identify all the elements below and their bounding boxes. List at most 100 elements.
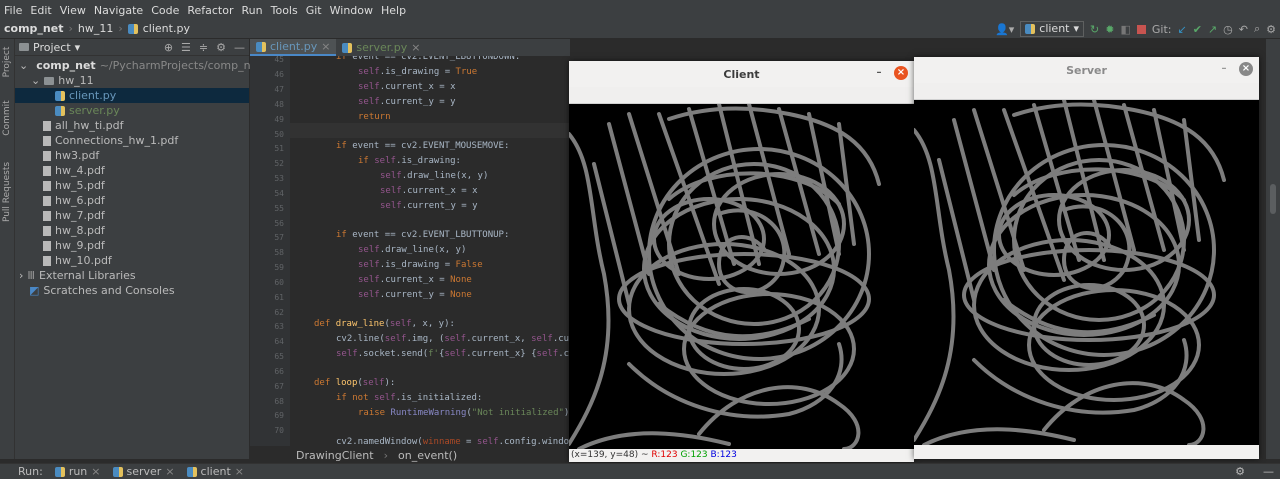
code-area[interactable]: if event == cv2.EVENT_LBUTTONDOWN: self.…: [250, 56, 570, 446]
gear-icon[interactable]: ⚙: [1235, 465, 1245, 478]
pdf-file-icon: [43, 195, 51, 206]
menu-run[interactable]: Run: [238, 4, 267, 17]
pdf-file-icon: [43, 210, 51, 221]
expand-icon[interactable]: ≑: [199, 41, 208, 54]
project-panel-title[interactable]: Project: [33, 41, 71, 54]
rerun-icon[interactable]: ↻: [1090, 23, 1099, 36]
close-icon[interactable]: ×: [235, 465, 244, 478]
run-tab-label: server: [126, 465, 162, 478]
close-icon[interactable]: ×: [1239, 62, 1253, 76]
search-icon[interactable]: ⌕: [1254, 22, 1260, 36]
tree-root[interactable]: ⌄ comp_net ~/PycharmProjects/comp_net: [15, 58, 262, 73]
tree-file[interactable]: hw3.pdf: [15, 148, 249, 163]
close-icon[interactable]: ×: [321, 40, 330, 53]
run-tab-client[interactable]: client ×: [186, 465, 244, 478]
tree-scratches[interactable]: ◩ Scratches and Consoles: [15, 283, 249, 298]
pdf-file-icon: [43, 255, 51, 266]
breadcrumb-folder[interactable]: hw_11: [78, 22, 113, 35]
rollback-icon[interactable]: ↶: [1239, 23, 1248, 36]
tree-file[interactable]: all_hw_ti.pdf: [15, 118, 249, 133]
tab-client-py[interactable]: client.py ×: [250, 39, 337, 56]
tree-file[interactable]: hw_5.pdf: [15, 178, 249, 193]
menu-view[interactable]: View: [56, 4, 90, 17]
server-drawing: [914, 100, 1226, 445]
close-icon[interactable]: ×: [894, 66, 908, 80]
git-push-icon[interactable]: ↗: [1208, 23, 1217, 36]
breadcrumb-class[interactable]: DrawingClient: [296, 449, 374, 462]
debug-icon[interactable]: ✹: [1105, 23, 1114, 36]
code-line: cv2.namedWindow(winname = self.config.wi…: [336, 437, 570, 446]
close-icon[interactable]: ×: [165, 465, 174, 478]
minimize-icon[interactable]: –: [872, 66, 886, 80]
stop-icon[interactable]: [1136, 24, 1146, 34]
tree-file-selected[interactable]: client.py: [15, 88, 249, 103]
code-line: if not self.is_initialized:: [336, 393, 483, 403]
menu-git[interactable]: Git: [302, 4, 326, 17]
hide-icon[interactable]: —: [1263, 465, 1274, 478]
menu-edit[interactable]: Edit: [26, 4, 55, 17]
tree-file[interactable]: hw_8.pdf: [15, 223, 249, 238]
tree-folder[interactable]: ⌄ hw_11: [15, 73, 249, 88]
menu-window[interactable]: Window: [326, 4, 377, 17]
gear-icon[interactable]: ⚙: [216, 41, 226, 54]
run-tab-server[interactable]: server ×: [112, 465, 175, 478]
close-icon[interactable]: ×: [91, 465, 100, 478]
tab-server-py[interactable]: server.py ×: [336, 39, 426, 56]
code-breadcrumbs: DrawingClient › on_event(): [290, 447, 576, 463]
tab-project[interactable]: Project: [2, 41, 12, 83]
chevron-down-icon[interactable]: ▾: [75, 41, 81, 54]
client-canvas[interactable]: [569, 104, 914, 449]
breadcrumb-project[interactable]: comp_net: [4, 22, 63, 35]
settings-icon[interactable]: ⚙: [1266, 23, 1276, 36]
file-name: Connections_hw_1.pdf: [55, 134, 179, 147]
navigation-bar: comp_net › hw_11 › client.py 👤▾ client ▾…: [0, 20, 1280, 39]
close-icon[interactable]: ×: [411, 41, 420, 54]
tree-file[interactable]: Connections_hw_1.pdf: [15, 133, 249, 148]
breadcrumb-file[interactable]: client.py: [143, 22, 190, 35]
folder-icon: [44, 76, 55, 85]
tab-commit[interactable]: Commit: [2, 97, 12, 139]
cursor-coordinates: (x=139, y=48) ~: [571, 450, 652, 460]
tree-file[interactable]: hw_10.pdf: [15, 253, 249, 268]
breadcrumb-separator: ›: [118, 22, 123, 35]
folder-icon: [19, 43, 29, 51]
menu-file[interactable]: File: [0, 4, 26, 17]
git-update-icon[interactable]: ↙: [1177, 23, 1186, 36]
code-line: def loop(self):: [314, 378, 396, 388]
menu-code[interactable]: Code: [147, 4, 183, 17]
menu-tools[interactable]: Tools: [267, 4, 302, 17]
tree-file[interactable]: hw_4.pdf: [15, 163, 249, 178]
client-title-bar[interactable]: Client – ×: [569, 61, 914, 87]
tree-file[interactable]: hw_7.pdf: [15, 208, 249, 223]
run-tab-run[interactable]: run ×: [54, 465, 101, 478]
git-commit-icon[interactable]: ✔: [1193, 23, 1202, 36]
tree-file[interactable]: hw_6.pdf: [15, 193, 249, 208]
server-canvas[interactable]: [914, 100, 1259, 445]
menu-help[interactable]: Help: [377, 4, 410, 17]
tree-file[interactable]: hw_9.pdf: [15, 238, 249, 253]
menu-navigate[interactable]: Navigate: [90, 4, 147, 17]
user-icon[interactable]: 👤▾: [995, 23, 1014, 36]
breadcrumb-separator: ›: [68, 22, 73, 35]
code-line: self.current_y = y: [358, 97, 456, 107]
pixel-g-value: G:123: [680, 450, 708, 460]
file-name: hw_9.pdf: [55, 239, 105, 252]
editor-scrollbar[interactable]: [1270, 184, 1276, 214]
menu-refactor[interactable]: Refactor: [183, 4, 237, 17]
file-name: all_hw_ti.pdf: [55, 119, 124, 132]
minimize-icon[interactable]: –: [1217, 62, 1231, 76]
collapse-all-icon[interactable]: ☰: [181, 41, 191, 54]
coverage-icon[interactable]: ◧: [1120, 23, 1130, 36]
history-icon[interactable]: ◷: [1223, 23, 1233, 36]
tree-external-libraries[interactable]: › Ⅲ External Libraries: [15, 268, 249, 283]
run-config-dropdown[interactable]: client ▾: [1020, 21, 1085, 37]
code-line: cv2.line(self.img, (self.current_x, self…: [336, 334, 570, 344]
hide-icon[interactable]: —: [234, 41, 245, 54]
tree-file[interactable]: server.py: [15, 103, 249, 118]
server-title-bar[interactable]: Server – ×: [914, 57, 1259, 83]
right-tool-strip: [1266, 39, 1280, 459]
breadcrumb-method[interactable]: on_event(): [398, 449, 457, 462]
tab-pull-requests[interactable]: Pull Requests: [2, 157, 12, 227]
locate-icon[interactable]: ⊕: [164, 41, 173, 54]
pdf-file-icon: [43, 180, 51, 191]
